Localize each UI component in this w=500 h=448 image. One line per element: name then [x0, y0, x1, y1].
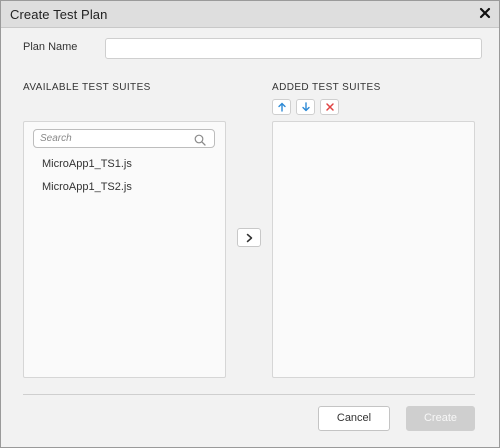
- plan-name-input[interactable]: [105, 38, 482, 59]
- list-item[interactable]: MicroApp1_TS1.js: [42, 158, 132, 170]
- cancel-button[interactable]: Cancel: [318, 406, 390, 431]
- close-icon[interactable]: [477, 5, 493, 21]
- search-icon[interactable]: [194, 133, 206, 146]
- plan-name-label: Plan Name: [23, 41, 78, 53]
- move-down-button[interactable]: [296, 99, 315, 115]
- remove-button[interactable]: [320, 99, 339, 115]
- dialog-title: Create Test Plan: [10, 7, 108, 22]
- available-suites-heading: AVAILABLE TEST SUITES: [23, 82, 151, 93]
- remove-icon: [326, 103, 334, 111]
- added-suites-heading: ADDED TEST SUITES: [272, 82, 381, 93]
- arrow-down-icon: [302, 102, 310, 112]
- move-up-button[interactable]: [272, 99, 291, 115]
- dialog-titlebar: Create Test Plan: [1, 1, 499, 28]
- create-button[interactable]: Create: [406, 406, 475, 431]
- list-item[interactable]: MicroApp1_TS2.js: [42, 181, 132, 193]
- add-to-plan-button[interactable]: [237, 228, 261, 247]
- added-suites-panel: [272, 121, 475, 378]
- chevron-right-icon: [246, 233, 253, 243]
- footer-divider: [23, 394, 475, 395]
- search-box[interactable]: [33, 129, 215, 148]
- search-input[interactable]: [40, 132, 190, 145]
- arrow-up-icon: [278, 102, 286, 112]
